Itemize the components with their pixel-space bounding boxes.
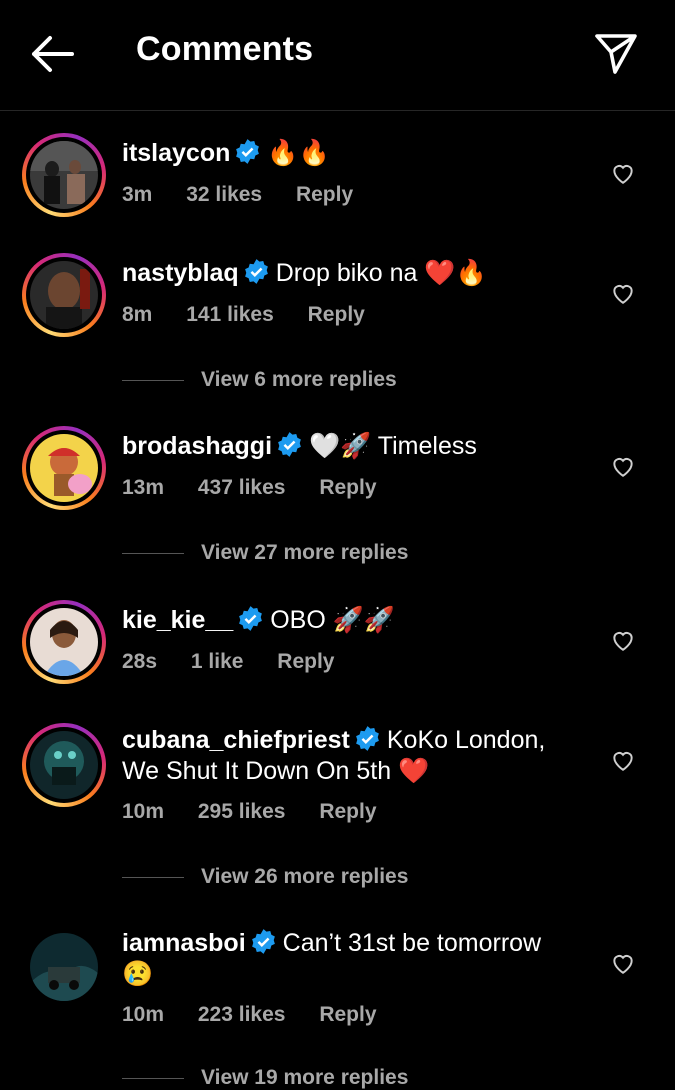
reply-button[interactable]: Reply (296, 183, 353, 206)
reply-button[interactable]: Reply (277, 650, 334, 673)
like-heart-icon[interactable] (610, 160, 636, 186)
reply-button[interactable]: Reply (319, 476, 376, 499)
comment-time: 13m (122, 476, 165, 499)
back-arrow-icon[interactable] (28, 34, 78, 74)
view-more-replies[interactable]: View 27 more replies (122, 541, 408, 565)
comment-likes[interactable]: 437 likes (198, 476, 286, 499)
like-heart-icon[interactable] (610, 747, 636, 773)
avatar[interactable] (22, 723, 106, 807)
divider (122, 1077, 184, 1079)
comment-likes[interactable]: 141 likes (186, 303, 274, 326)
verified-badge-icon (276, 431, 303, 458)
reply-button[interactable]: Reply (308, 303, 365, 326)
comment-likes[interactable]: 1 like (191, 650, 244, 673)
comment-time: 10m (122, 800, 165, 823)
comment-text: 🤍🚀 Timeless (309, 432, 477, 460)
view-more-replies[interactable]: View 26 more replies (122, 865, 408, 889)
view-replies-label: View 19 more replies (201, 1066, 409, 1089)
avatar[interactable] (22, 253, 106, 337)
divider (122, 379, 184, 381)
verified-badge-icon (354, 725, 381, 752)
comment-text: Drop biko na ❤️🔥 (275, 259, 487, 287)
comment-time: 28s (122, 650, 158, 673)
page-title: Comments (136, 30, 314, 68)
comment-username[interactable]: cubana_chiefpriest (122, 726, 350, 754)
comment-text: OBO 🚀🚀 (270, 606, 395, 634)
view-replies-label: View 26 more replies (201, 865, 409, 888)
comment-username[interactable]: kie_kie__ (122, 606, 233, 634)
like-heart-icon[interactable] (610, 280, 636, 306)
comment-time: 10m (122, 1003, 165, 1026)
like-heart-icon[interactable] (610, 453, 636, 479)
top-bar: Comments (0, 0, 675, 111)
avatar[interactable] (22, 600, 106, 684)
avatar[interactable] (22, 426, 106, 510)
divider (122, 552, 184, 554)
comment-time: 8m (122, 303, 153, 326)
comment-text: 🔥🔥 (267, 139, 330, 167)
comment-username[interactable]: itslaycon (122, 139, 230, 167)
comment-username[interactable]: brodashaggi (122, 432, 272, 460)
view-more-replies[interactable]: View 19 more replies (122, 1066, 408, 1090)
view-replies-label: View 6 more replies (201, 368, 397, 391)
verified-badge-icon (234, 138, 261, 165)
comment-username[interactable]: iamnasboi (122, 929, 246, 957)
reply-button[interactable]: Reply (319, 800, 376, 823)
reply-button[interactable]: Reply (319, 1003, 376, 1026)
verified-badge-icon (250, 928, 277, 955)
like-heart-icon[interactable] (610, 627, 636, 653)
view-replies-label: View 27 more replies (201, 541, 409, 564)
avatar[interactable] (30, 933, 98, 1001)
share-send-icon[interactable] (593, 30, 639, 76)
verified-badge-icon (243, 258, 270, 285)
comment-time: 3m (122, 183, 153, 206)
comment-likes[interactable]: 32 likes (186, 183, 262, 206)
comment-likes[interactable]: 223 likes (198, 1003, 286, 1026)
like-heart-icon[interactable] (610, 950, 636, 976)
view-more-replies[interactable]: View 6 more replies (122, 368, 397, 392)
avatar[interactable] (22, 133, 106, 217)
comment-likes[interactable]: 295 likes (198, 800, 286, 823)
verified-badge-icon (237, 605, 264, 632)
comment-username[interactable]: nastyblaq (122, 259, 239, 287)
divider (122, 876, 184, 878)
